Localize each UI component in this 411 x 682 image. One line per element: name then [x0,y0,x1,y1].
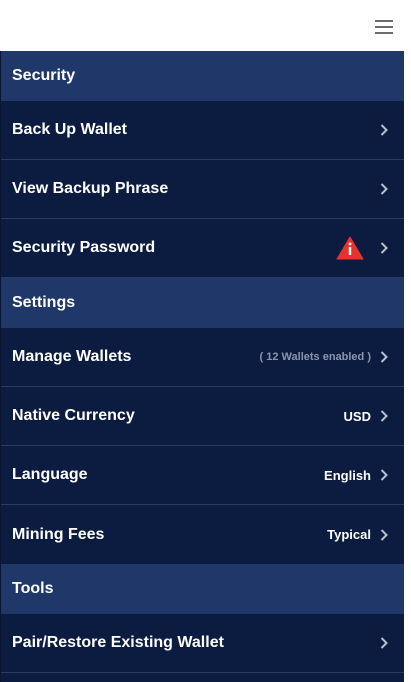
mining-fees-value: Typical [327,527,371,542]
menu-item-label: Pair/Restore Existing Wallet [12,634,224,651]
chevron-right-icon [380,351,388,363]
menu-item-view-backup-phrase[interactable]: View Backup Phrase [1,160,404,219]
language-value: English [324,467,371,483]
menu-item-label: Manage Wallets [12,348,132,365]
chevron-right-icon [380,124,388,136]
menu-item-label: Language [12,466,88,483]
menu-item-label: Native Currency [12,407,135,424]
section-header-security: Security [1,51,404,101]
chevron-right-icon [380,183,388,195]
menu-item-native-currency[interactable]: Native Currency USD [1,387,404,446]
chevron-right-icon [380,469,388,481]
menu-item-mining-fees[interactable]: Mining Fees Typical [1,505,404,564]
currency-value: USD [343,408,371,424]
menu-item-label: Security Password [12,239,156,256]
section-header-settings: Settings [1,278,404,328]
section-title: Settings [12,294,76,311]
menu-item-label: View Backup Phrase [12,180,169,197]
menu-item-label: Mining Fees [12,525,105,543]
section-header-tools: Tools [1,564,404,614]
menu-item-back-up-wallet[interactable]: Back Up Wallet [1,101,404,160]
menu-item-label: Back Up Wallet [12,121,127,138]
chevron-right-icon [380,410,388,422]
menu-item-pair-restore-wallet[interactable]: Pair/Restore Existing Wallet [1,614,404,673]
chevron-right-icon [380,242,388,254]
chevron-right-icon [380,637,388,649]
menu-item-manage-wallets[interactable]: Manage Wallets ( 12 Wallets enabled ) [1,328,404,387]
warning-icon [336,236,364,260]
menu-item-language[interactable]: Language English [1,446,404,505]
hamburger-icon[interactable] [375,20,393,34]
section-title: Tools [12,580,54,597]
wallets-enabled-count: ( 12 Wallets enabled ) [259,351,371,363]
settings-menu: Security Back Up Wallet View Backup Phra… [0,51,404,682]
menu-item-security-password[interactable]: Security Password [1,219,404,278]
chevron-right-icon [380,528,388,541]
top-bar [0,0,403,51]
section-title: Security [12,67,76,84]
